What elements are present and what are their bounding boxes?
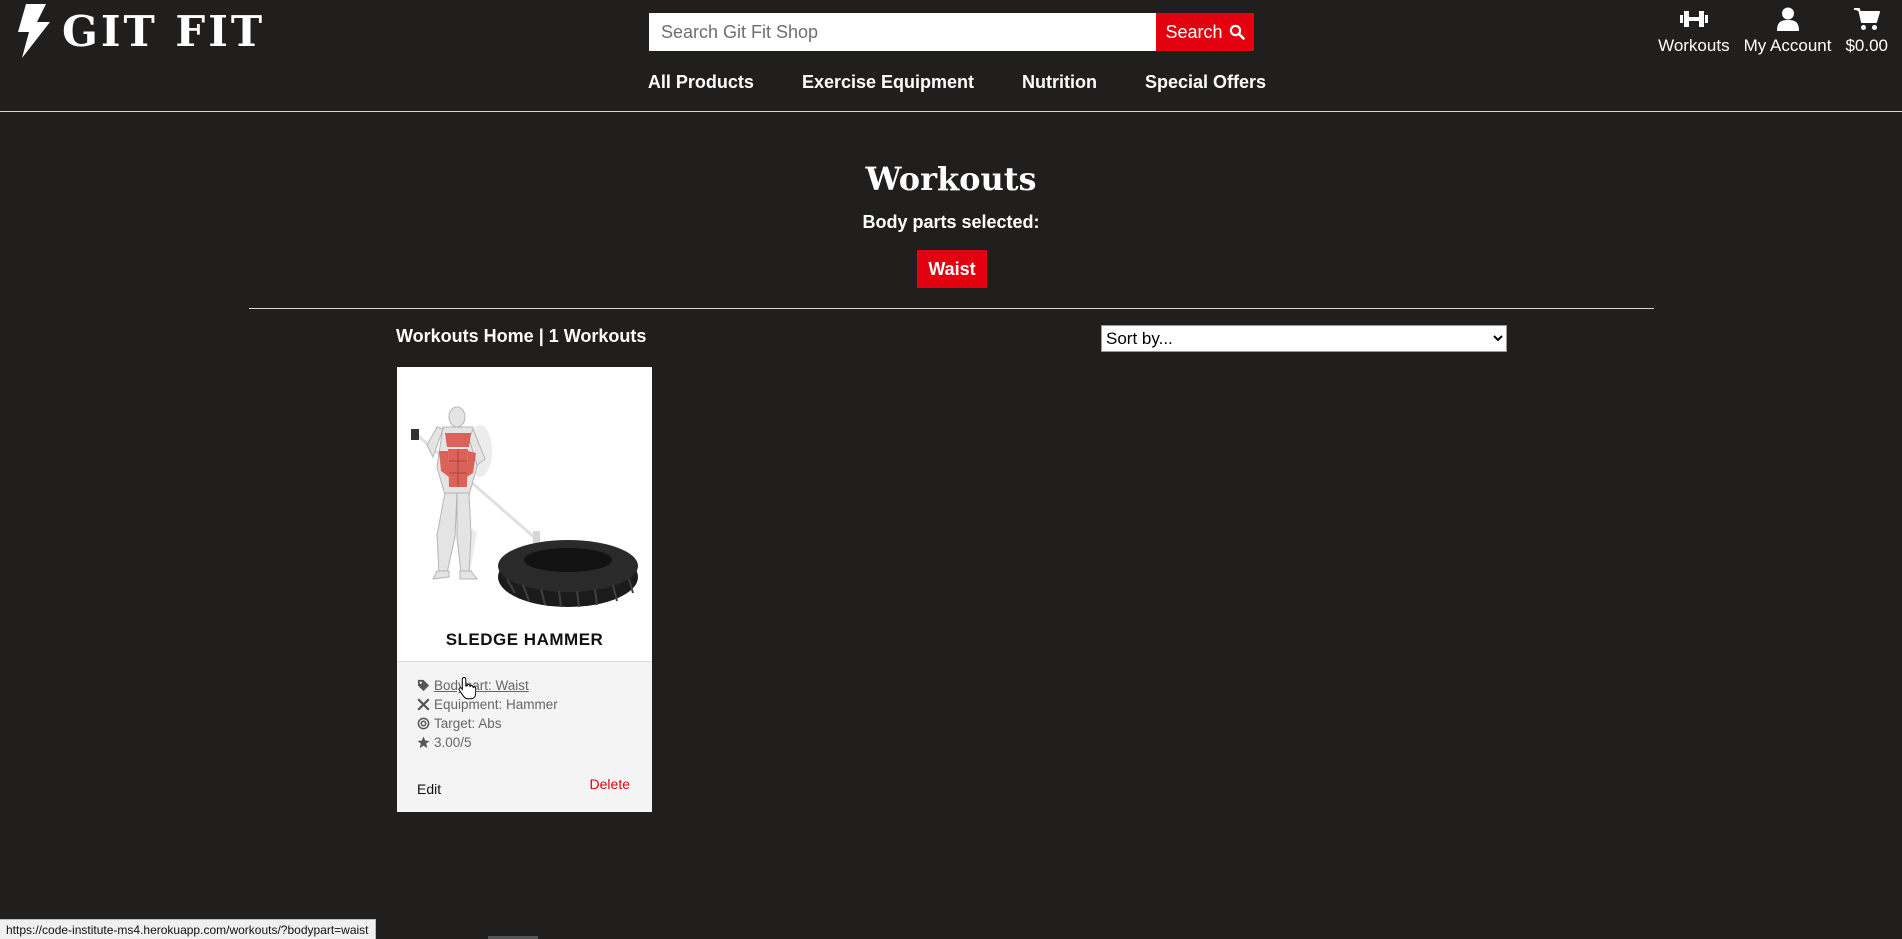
search-icon bbox=[1229, 24, 1245, 40]
bodyparts-label: Body parts selected: bbox=[862, 212, 1040, 232]
my-account-link-label: My Account bbox=[1743, 36, 1832, 55]
delete-link[interactable]: Delete bbox=[590, 776, 630, 792]
brand-logo[interactable]: GIT FIT bbox=[12, 4, 265, 58]
main-nav: All Products Exercise Equipment Nutritio… bbox=[0, 72, 1902, 93]
site-header: GIT FIT Search Workouts bbox=[0, 0, 1902, 112]
brand-name: GIT FIT bbox=[62, 6, 266, 56]
edit-link[interactable]: Edit bbox=[417, 781, 441, 797]
workouts-link[interactable]: Workouts bbox=[1658, 6, 1730, 56]
hand-cursor-icon bbox=[458, 676, 476, 700]
cart-total: $0.00 bbox=[1845, 36, 1888, 55]
cart-link[interactable]: $0.00 bbox=[1845, 6, 1888, 56]
target-row: Target: Abs bbox=[417, 714, 652, 733]
nav-special-offers[interactable]: Special Offers bbox=[1145, 72, 1266, 93]
target-text: Target: Abs bbox=[434, 716, 502, 731]
bodypart-row: Bodypart: Waist bbox=[417, 676, 652, 695]
page-title: Workouts bbox=[865, 160, 1037, 198]
lightning-bolt-icon bbox=[18, 4, 50, 58]
rating-row: 3.00/5 bbox=[417, 733, 652, 752]
workouts-link-label: Workouts bbox=[1658, 36, 1730, 55]
workout-details: Bodypart: Waist Equipment: Hammer Target… bbox=[397, 661, 652, 812]
browser-status-url: https://code-institute-ms4.herokuapp.com… bbox=[0, 919, 376, 939]
workout-image[interactable] bbox=[397, 367, 652, 617]
nav-nutrition[interactable]: Nutrition bbox=[1022, 72, 1097, 93]
account-links: Workouts My Account $0.00 bbox=[1658, 6, 1888, 56]
search-button[interactable]: Search bbox=[1156, 13, 1254, 51]
workouts-home-link[interactable]: Workouts Home bbox=[396, 326, 534, 346]
workout-title[interactable]: SLEDGE HAMMER bbox=[397, 630, 652, 650]
star-icon bbox=[417, 736, 430, 749]
results-separator: | bbox=[533, 326, 549, 346]
nav-all-products[interactable]: All Products bbox=[648, 72, 754, 93]
dumbbell-icon bbox=[1679, 11, 1708, 27]
user-icon bbox=[1776, 7, 1799, 31]
my-account-link[interactable]: My Account bbox=[1743, 6, 1832, 56]
bodypart-link[interactable]: Bodypart: Waist bbox=[434, 678, 529, 693]
results-summary: Workouts Home | 1 Workouts bbox=[396, 326, 646, 347]
search-input[interactable] bbox=[649, 13, 1156, 51]
divider bbox=[249, 308, 1654, 309]
tag-icon bbox=[417, 679, 430, 692]
bodypart-filter-badge[interactable]: Waist bbox=[917, 250, 987, 288]
sort-select[interactable]: Sort by... bbox=[1101, 325, 1507, 352]
search-form: Search bbox=[649, 13, 1254, 51]
search-button-label: Search bbox=[1165, 21, 1223, 42]
target-icon bbox=[417, 717, 430, 730]
tools-icon bbox=[417, 698, 430, 711]
cart-icon bbox=[1853, 8, 1880, 30]
nav-exercise-equipment[interactable]: Exercise Equipment bbox=[802, 72, 974, 93]
rating-text: 3.00/5 bbox=[434, 735, 472, 750]
workout-card: SLEDGE HAMMER Bodypart: Waist Equipment:… bbox=[397, 367, 652, 812]
equipment-row: Equipment: Hammer bbox=[417, 695, 652, 714]
equipment-text: Equipment: Hammer bbox=[434, 697, 558, 712]
workout-count: 1 Workouts bbox=[548, 326, 647, 346]
